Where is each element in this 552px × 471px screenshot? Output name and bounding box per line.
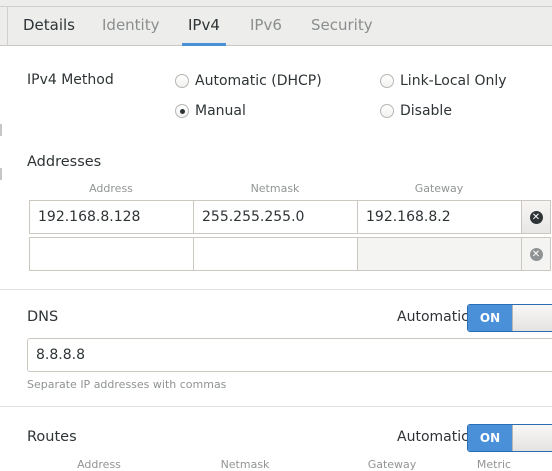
radio-link-local-only[interactable]: Link-Local Only — [380, 73, 507, 89]
dns-heading: DNS — [27, 309, 59, 325]
radio-label: Link-Local Only — [400, 73, 507, 89]
radio-button[interactable] — [175, 74, 189, 88]
routes-automatic-label: Automatic — [397, 429, 469, 445]
dns-servers-input[interactable]: 8.8.8.8 — [27, 338, 552, 372]
close-icon: ✕ — [529, 247, 543, 261]
routes-column-address: Address — [77, 458, 121, 471]
gateway-field[interactable]: 192.168.8.2 — [357, 200, 522, 234]
routes-column-netmask: Netmask — [220, 458, 270, 471]
ipv4-settings-panel: IPv4 Method Automatic (DHCP) Link-Local … — [0, 46, 552, 471]
tab-ipv4[interactable]: IPv4 — [182, 12, 226, 46]
routes-column-gateway: Gateway — [367, 458, 417, 471]
switch-on-label: ON — [468, 305, 512, 331]
radio-manual[interactable]: Manual — [175, 103, 246, 119]
tab-bar-border — [0, 6, 552, 7]
tab-details[interactable]: Details — [23, 12, 75, 46]
tab-ipv6[interactable]: IPv6 — [250, 12, 282, 46]
section-divider — [0, 406, 552, 407]
dns-hint: Separate IP addresses with commas — [27, 378, 227, 391]
close-icon: ✕ — [529, 210, 543, 224]
switch-knob[interactable] — [512, 305, 552, 331]
delete-address-button[interactable]: ✕ — [521, 200, 551, 234]
ipv4-method-label: IPv4 Method — [27, 72, 114, 88]
dns-automatic-switch[interactable]: ON — [467, 304, 552, 332]
routes-column-metric: Metric — [476, 458, 512, 471]
radio-disable[interactable]: Disable — [380, 103, 452, 119]
address-field[interactable]: 192.168.8.128 — [29, 200, 194, 234]
radio-button[interactable] — [380, 74, 394, 88]
dns-automatic-label: Automatic — [397, 309, 469, 325]
radio-label: Manual — [195, 103, 246, 119]
addresses-heading: Addresses — [27, 154, 102, 170]
netmask-field[interactable]: 255.255.255.0 — [193, 200, 358, 234]
column-header-gateway: Gateway — [414, 182, 464, 195]
radio-label: Automatic (DHCP) — [195, 73, 322, 89]
gateway-field[interactable] — [357, 237, 522, 271]
radio-label: Disable — [400, 103, 452, 119]
routes-automatic-switch[interactable]: ON — [467, 424, 552, 452]
column-header-netmask: Netmask — [250, 182, 300, 195]
tab-security[interactable]: Security — [311, 12, 373, 46]
radio-automatic-dhcp[interactable]: Automatic (DHCP) — [175, 73, 322, 89]
switch-on-label: ON — [468, 425, 512, 451]
left-edge-mark — [0, 168, 2, 180]
routes-heading: Routes — [27, 429, 77, 445]
netmask-field[interactable] — [193, 237, 358, 271]
address-field[interactable] — [29, 237, 194, 271]
radio-button[interactable] — [380, 104, 394, 118]
tab-bar-left-border — [7, 6, 8, 46]
radio-button-selected[interactable] — [175, 104, 189, 118]
section-divider — [0, 289, 552, 290]
tab-bar: Details Identity IPv4 IPv6 Security — [0, 0, 552, 46]
delete-address-button[interactable]: ✕ — [521, 237, 551, 271]
left-edge-mark — [0, 124, 2, 136]
column-header-address: Address — [89, 182, 133, 195]
tab-identity[interactable]: Identity — [102, 12, 160, 46]
switch-knob[interactable] — [512, 425, 552, 451]
